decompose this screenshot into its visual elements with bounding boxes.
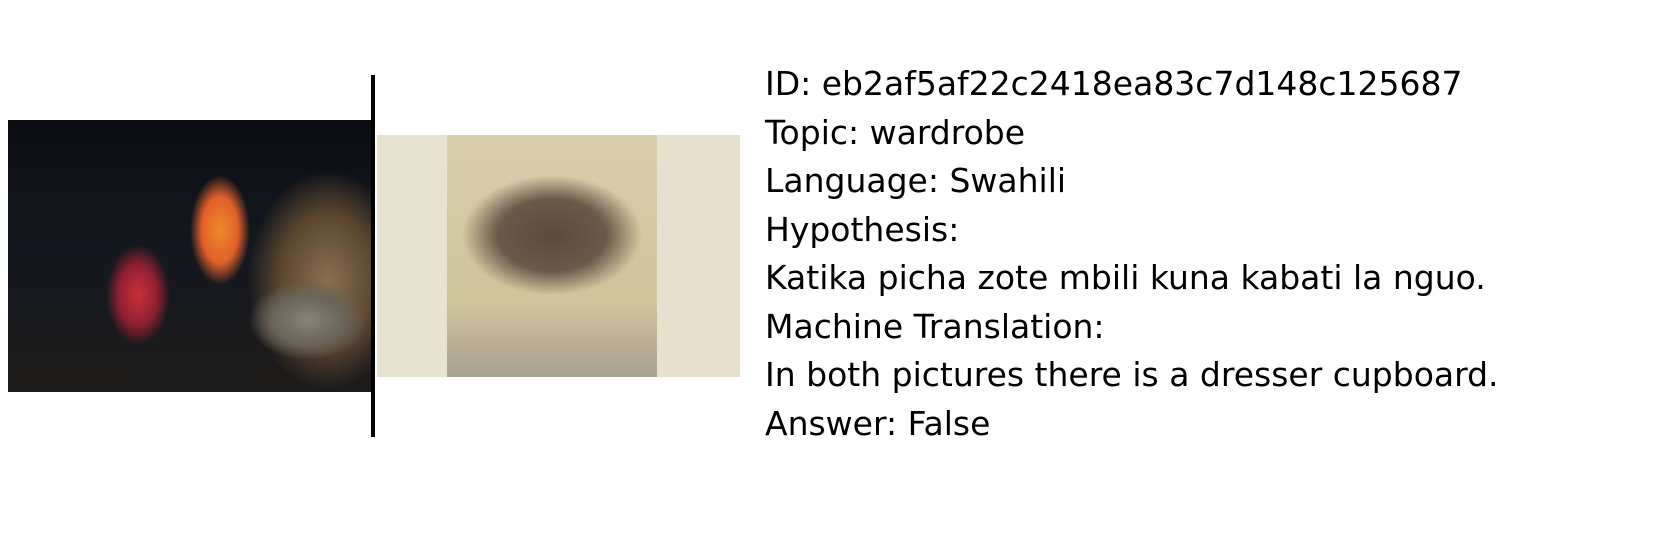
topic-line: Topic: wardrobe: [765, 112, 1026, 152]
example-info: ID: eb2af5af22c2418ea83c7d148c125687 Top…: [765, 60, 1499, 448]
translation-label: Machine Translation:: [765, 306, 1105, 346]
answer-line: Answer: False: [765, 403, 991, 443]
translation-text: In both pictures there is a dresser cupb…: [765, 355, 1499, 394]
id-line: ID: eb2af5af22c2418ea83c7d148c125687: [765, 64, 1463, 103]
language-line: Language: Swahili: [765, 161, 1067, 200]
image-divider: [371, 75, 375, 437]
right-photo: [377, 135, 740, 377]
hypothesis-text: Katika picha zote mbili kuna kabati la n…: [765, 258, 1486, 297]
hypothesis-label: Hypothesis:: [765, 209, 960, 249]
left-photo: [8, 120, 371, 392]
